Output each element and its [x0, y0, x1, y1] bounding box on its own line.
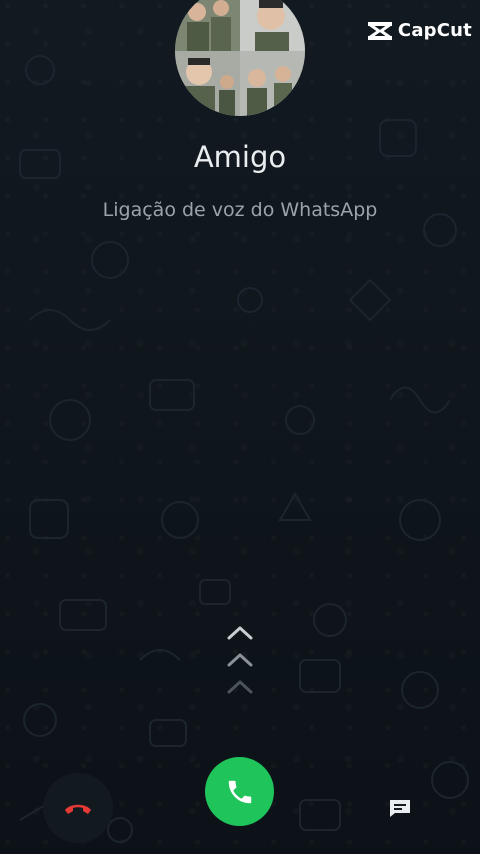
- capcut-watermark-label: CapCut: [397, 20, 472, 41]
- swipe-up-hint[interactable]: [226, 622, 254, 702]
- capcut-watermark: CapCut: [367, 20, 472, 41]
- contact-photo-collage-icon: [175, 0, 305, 116]
- decline-call-button[interactable]: [43, 773, 113, 843]
- capcut-logo-icon: [367, 21, 392, 40]
- phone-hangup-icon: [65, 804, 91, 814]
- reply-with-message-button[interactable]: [384, 793, 416, 823]
- background-pattern: [19, 55, 469, 843]
- call-type-label: Ligação de voz do WhatsApp: [102, 199, 378, 221]
- phone-icon: [228, 780, 251, 803]
- answer-call-button[interactable]: [205, 757, 274, 826]
- incoming-call-screen: CapCut Amigo Ligação de voz do WhatsApp: [0, 0, 480, 854]
- message-icon: [390, 800, 410, 817]
- chevron-up-icon: [227, 626, 253, 694]
- contact-avatar[interactable]: [175, 0, 305, 116]
- caller-name: Amigo: [193, 140, 287, 174]
